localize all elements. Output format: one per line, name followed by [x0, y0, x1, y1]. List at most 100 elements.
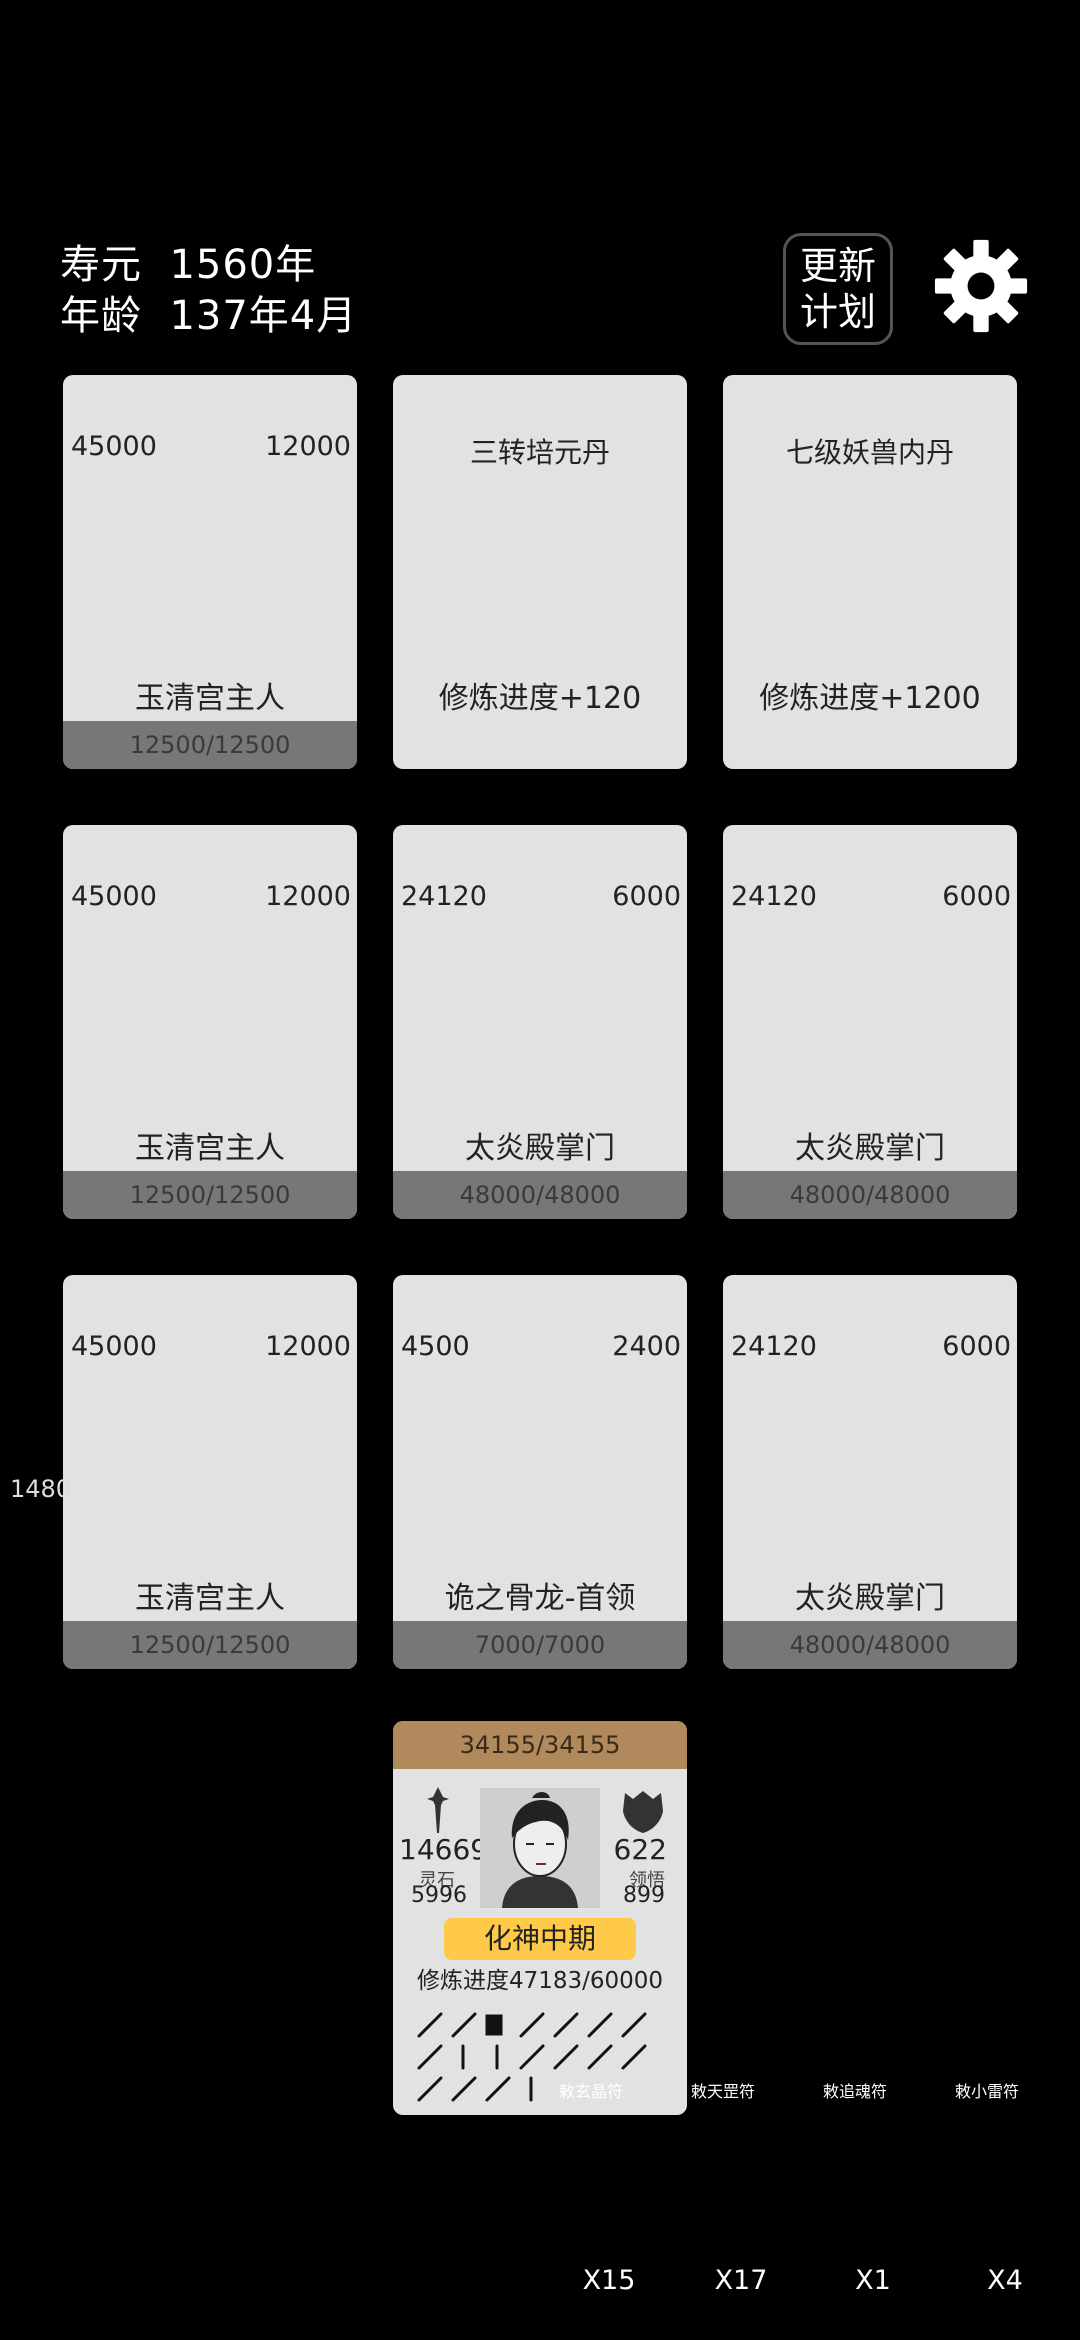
talisman-name-line2: 符 — [739, 2082, 756, 2101]
shield-icon — [291, 837, 335, 883]
talisman-name-line1: 玄晶 — [575, 2082, 608, 2101]
shield-icon — [951, 1287, 995, 1333]
enemy-name: 玉清宫主人 — [135, 1131, 285, 1166]
sword-icon — [427, 1787, 449, 1833]
enemy-card[interactable]: 24120 6000 太炎殿掌门 48000/48000 — [723, 1275, 1017, 1669]
shield-icon — [291, 387, 335, 433]
enemy-defense: 12000 — [265, 1331, 351, 1362]
robed-cultivator-portrait — [155, 1383, 265, 1563]
enemy-attack: 4500 — [401, 1331, 470, 1362]
side-number: 1480 — [10, 1475, 72, 1503]
enemy-hp-bar: 7000/7000 — [393, 1621, 687, 1669]
insight-value: 899 — [623, 1883, 665, 1908]
enemy-name: 诡之骨龙-首领 — [444, 1581, 636, 1616]
player-hp-bar: 34155/34155 — [393, 1721, 687, 1769]
svg-text:敕: 敕 — [691, 2082, 708, 2101]
flame-demon-portrait — [815, 933, 925, 1113]
sword-icon — [421, 1287, 455, 1333]
enemy-card[interactable]: 4500 2400 诡之骨龙-首领 7000/7000 — [393, 1275, 687, 1669]
enemy-hp-bar: 12500/12500 — [63, 1171, 357, 1219]
player-attack: 14669 — [399, 1833, 489, 1866]
sword-icon — [91, 387, 125, 433]
lifespan-value: 1560年 — [169, 242, 317, 288]
enemy-hp-bar: 48000/48000 — [393, 1171, 687, 1219]
talisman-name-line1: 天罡 — [707, 2082, 740, 2101]
svg-text:敕: 敕 — [955, 2082, 972, 2101]
enemy-name: 玉清宫主人 — [135, 1581, 285, 1616]
flame-demon-portrait — [485, 933, 595, 1113]
sword-icon — [421, 837, 455, 883]
enemy-name: 玉清宫主人 — [135, 681, 285, 716]
talisman-count: X1 — [855, 2265, 891, 2296]
enemy-attack: 24120 — [401, 881, 487, 912]
enemy-defense: 6000 — [612, 881, 681, 912]
age-row: 年龄 137年4月 — [60, 283, 357, 341]
item-name: 三转培元丹 — [469, 436, 610, 469]
talisman-count: X15 — [582, 2265, 636, 2296]
settings-gear-icon[interactable] — [933, 238, 1029, 334]
player-defense: 622 — [613, 1833, 667, 1866]
enemy-hp-bar: 48000/48000 — [723, 1171, 1017, 1219]
enemy-hp-bar: 12500/12500 — [63, 1621, 357, 1669]
item-card[interactable]: 七级妖兽内丹 修炼进度+1200 — [723, 375, 1017, 769]
lifespan-row: 寿元 1560年 — [60, 232, 316, 290]
enemy-defense: 12000 — [265, 431, 351, 462]
enemy-card[interactable]: 24120 6000 太炎殿掌门 48000/48000 — [723, 825, 1017, 1219]
plan-button-line2: 计划 — [799, 290, 876, 334]
sword-icon — [91, 837, 125, 883]
enemy-card[interactable]: 45000 12000 玉清宫主人 12500/12500 — [63, 825, 357, 1219]
bone-dragon-portrait — [485, 1383, 595, 1563]
enemy-hp-bar: 12500/12500 — [63, 721, 357, 769]
enemy-attack: 45000 — [71, 881, 157, 912]
enemy-attack: 45000 — [71, 431, 157, 462]
flame-demon-portrait — [815, 1383, 925, 1563]
svg-text:敕: 敕 — [559, 2082, 576, 2101]
item-effect: 修炼进度+1200 — [759, 681, 981, 716]
shield-icon — [951, 837, 995, 883]
enemy-name: 太炎殿掌门 — [465, 1131, 615, 1166]
shield-icon — [621, 837, 665, 883]
talisman-card[interactable]: 敕追魂符 — [823, 2078, 923, 2260]
lifespan-label: 寿元 — [60, 242, 142, 288]
talisman-name-line2: 符 — [1003, 2082, 1020, 2101]
player-card[interactable]: 34155/34155 14669 622 灵石 5996 领悟 899 化神中… — [393, 1721, 687, 2115]
enemy-card[interactable]: 45000 12000 玉清宫主人 12500/12500 — [63, 375, 357, 769]
enemy-card[interactable]: 45000 12000 玉清宫主人 12500/12500 — [63, 1275, 357, 1669]
sword-icon — [91, 1287, 125, 1333]
age-value: 137年4月 — [169, 293, 358, 339]
enemy-defense: 6000 — [942, 1331, 1011, 1362]
enemy-name: 太炎殿掌门 — [795, 1581, 945, 1616]
talisman-count: X17 — [714, 2265, 768, 2296]
svg-text:敕: 敕 — [823, 2082, 840, 2101]
shield-icon — [291, 1287, 335, 1333]
pill-icon — [770, 471, 970, 671]
pill-icon — [440, 471, 640, 671]
player-portrait — [480, 1788, 600, 1908]
shield-icon — [623, 1791, 663, 1833]
item-effect: 修炼进度+120 — [438, 681, 642, 716]
robed-cultivator-portrait — [155, 933, 265, 1113]
talisman-card[interactable]: 敕天罡符 — [691, 2078, 791, 2260]
shield-icon — [621, 1287, 665, 1333]
enemy-card[interactable]: 24120 6000 太炎殿掌门 48000/48000 — [393, 825, 687, 1219]
plan-button-line1: 更新 — [799, 244, 876, 288]
talisman-name-line1: 追魂 — [839, 2082, 872, 2101]
talisman-name-line2: 符 — [871, 2082, 888, 2101]
enemy-hp-bar: 48000/48000 — [723, 1621, 1017, 1669]
progress-value: 47183/60000 — [508, 1968, 664, 1994]
robed-cultivator-portrait — [155, 483, 265, 663]
item-card[interactable]: 三转培元丹修炼进度+120 — [393, 375, 687, 769]
realm-badge: 化神中期 — [444, 1918, 636, 1960]
enemy-defense: 2400 — [612, 1331, 681, 1362]
enemy-attack: 24120 — [731, 881, 817, 912]
progress-label: 修炼进度 — [416, 1968, 509, 1994]
item-name: 七级妖兽内丹 — [785, 436, 954, 469]
sword-icon — [751, 837, 785, 883]
enemy-attack: 45000 — [71, 1331, 157, 1362]
enemy-defense: 12000 — [265, 881, 351, 912]
update-plan-button[interactable]: 更新 计划 — [783, 233, 893, 345]
enemy-defense: 6000 — [942, 881, 1011, 912]
talisman-card[interactable]: 敕小雷符 — [955, 2078, 1055, 2260]
spirit-stone-value: 5996 — [411, 1883, 467, 1908]
talisman-card[interactable]: 敕玄晶符 — [559, 2078, 659, 2260]
